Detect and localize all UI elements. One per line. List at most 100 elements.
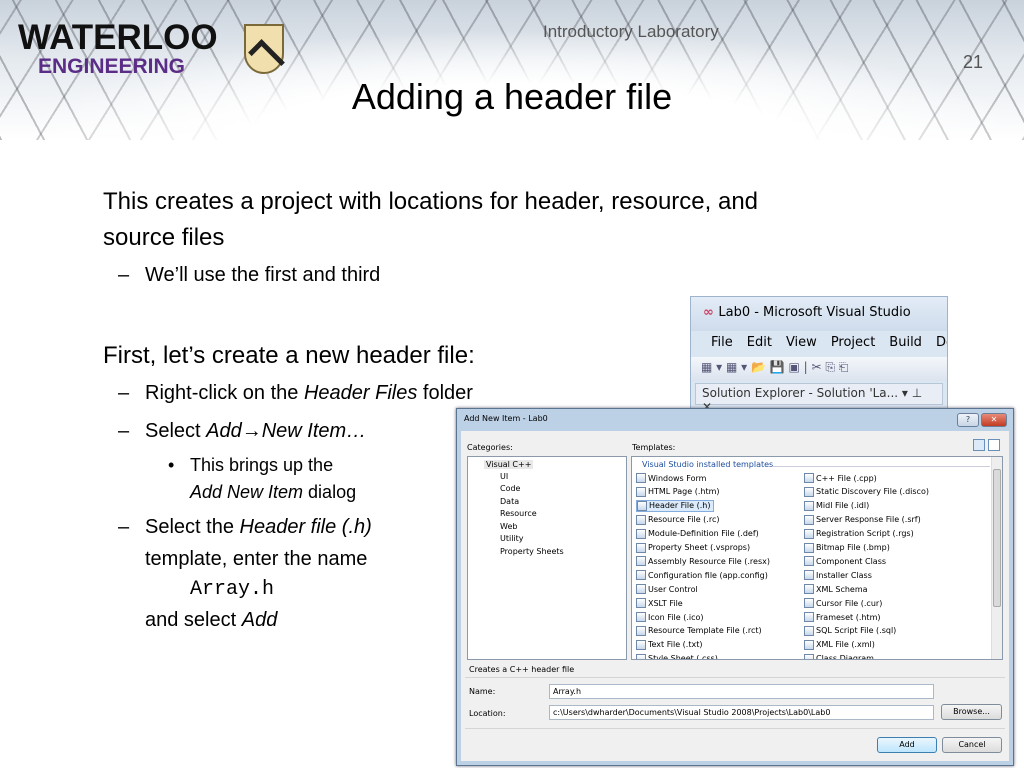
- template-item[interactable]: Configuration file (app.config): [636, 569, 768, 581]
- template-file-icon: [804, 625, 814, 636]
- template-item[interactable]: Windows Form: [636, 472, 706, 484]
- solution-explorer-header[interactable]: Solution Explorer - Solution 'La... ▾ ⊥ …: [695, 383, 943, 409]
- template-label: Property Sheet (.vsprops): [648, 543, 751, 552]
- crest-icon: [244, 24, 284, 74]
- template-item[interactable]: XSLT File: [636, 597, 683, 609]
- text: folder: [417, 382, 473, 404]
- template-file-icon: [804, 473, 814, 483]
- category-item[interactable]: Code: [500, 484, 520, 493]
- template-item[interactable]: User Control: [636, 583, 698, 595]
- close-button[interactable]: ✕: [981, 413, 1007, 427]
- template-item[interactable]: C++ File (.cpp): [804, 472, 877, 484]
- template-label: Text File (.txt): [648, 640, 703, 650]
- menu-project[interactable]: Project: [831, 335, 875, 350]
- template-item[interactable]: Registration Script (.rgs): [804, 528, 914, 540]
- template-file-icon: [804, 653, 814, 659]
- template-file-icon: [804, 570, 814, 581]
- template-label: XSLT File: [648, 598, 683, 608]
- template-file-icon: [636, 570, 646, 581]
- template-item[interactable]: SQL Script File (.sql): [804, 625, 896, 637]
- course-name: Introductory Laboratory: [543, 22, 719, 41]
- category-visual-cpp[interactable]: Visual C++: [484, 460, 534, 469]
- bullet-4-line4: and select Add: [145, 609, 277, 632]
- template-label: Assembly Resource File (.resx): [648, 556, 770, 566]
- group-divider: [772, 466, 990, 467]
- template-file-icon: [636, 612, 646, 622]
- large-icons-view-icon[interactable]: [973, 439, 985, 451]
- template-file-icon: [636, 528, 646, 539]
- templates-scrollbar[interactable]: [991, 457, 1002, 659]
- category-item[interactable]: Web: [500, 522, 517, 531]
- template-file-icon: [636, 542, 646, 553]
- template-label: Module-Definition File (.def): [648, 529, 759, 539]
- menu-debug[interactable]: De: [936, 335, 947, 350]
- category-item[interactable]: Data: [500, 497, 519, 506]
- template-item[interactable]: Frameset (.htm): [804, 611, 880, 623]
- cancel-button[interactable]: Cancel: [942, 737, 1002, 753]
- template-item[interactable]: Server Response File (.srf): [804, 514, 921, 526]
- categories-tree[interactable]: Visual C++ UI Code Data Resource Web Uti…: [467, 456, 627, 660]
- templates-list[interactable]: Visual Studio installed templates Window…: [631, 456, 1003, 660]
- template-item[interactable]: XML Schema: [804, 583, 868, 595]
- text-em: Add New Item: [190, 482, 304, 502]
- divider: [465, 677, 1005, 678]
- help-button[interactable]: ?: [957, 413, 979, 427]
- page-number: 21: [963, 52, 984, 72]
- template-file-icon: [804, 486, 814, 497]
- category-item[interactable]: Property Sheets: [500, 547, 564, 556]
- template-item[interactable]: Installer Class: [804, 569, 872, 581]
- template-item[interactable]: Resource Template File (.rct): [636, 625, 762, 637]
- paragraph-2: First, let’s create a new header file:: [103, 342, 475, 369]
- template-file-icon: [804, 598, 814, 609]
- template-label: Static Discovery File (.disco): [816, 487, 929, 497]
- dash: –: [118, 264, 130, 286]
- category-item[interactable]: Utility: [500, 534, 524, 543]
- template-item[interactable]: Midl File (.idl): [804, 500, 869, 512]
- text: dialog: [303, 482, 357, 502]
- dash: –: [118, 420, 130, 442]
- vs-window: ∞ Lab0 - Microsoft Visual Studio File Edi…: [690, 296, 948, 410]
- template-label: C++ File (.cpp): [816, 473, 877, 483]
- add-button[interactable]: Add: [877, 737, 937, 753]
- menu-build[interactable]: Build: [889, 335, 922, 350]
- template-item[interactable]: Icon File (.ico): [636, 611, 704, 623]
- template-item[interactable]: Text File (.txt): [636, 639, 702, 651]
- text: Select the: [145, 516, 240, 538]
- template-file-icon: [636, 639, 646, 650]
- menu-file[interactable]: File: [711, 335, 733, 350]
- template-label: Installer Class: [816, 570, 872, 580]
- template-item[interactable]: Style Sheet (.css): [636, 653, 718, 659]
- template-item[interactable]: Bitmap File (.bmp): [804, 542, 890, 554]
- template-file-icon: [804, 542, 814, 553]
- template-item[interactable]: XML File (.xml): [804, 639, 875, 651]
- template-item[interactable]: Resource File (.rc): [636, 514, 719, 526]
- template-item[interactable]: Component Class: [804, 555, 886, 567]
- template-item[interactable]: Class Diagram: [804, 653, 874, 659]
- template-item[interactable]: Header File (.h): [636, 499, 715, 512]
- location-input[interactable]: c:\Users\dwharder\Documents\Visual Studi…: [549, 705, 934, 720]
- template-label: XML File (.xml): [816, 640, 875, 650]
- menu-edit[interactable]: Edit: [747, 335, 772, 350]
- logo-waterloo: WATERLOO: [18, 18, 218, 57]
- category-item[interactable]: Resource: [500, 509, 537, 518]
- template-item[interactable]: HTML Page (.htm): [636, 486, 720, 498]
- template-file-icon: [804, 556, 814, 567]
- template-item[interactable]: Module-Definition File (.def): [636, 528, 759, 540]
- template-item[interactable]: Assembly Resource File (.resx): [636, 555, 770, 567]
- add-new-item-dialog: Add New Item - Lab0 ? ✕ Categories: Templ…: [456, 408, 1014, 766]
- menu-view[interactable]: View: [786, 335, 817, 350]
- small-icons-view-icon[interactable]: [988, 439, 1000, 451]
- scrollbar-thumb[interactable]: [993, 469, 1001, 607]
- template-label: Server Response File (.srf): [816, 515, 921, 525]
- template-item[interactable]: Property Sheet (.vsprops): [636, 542, 750, 554]
- vs-menubar: File Edit View Project Build De: [691, 331, 947, 357]
- vs-toolbar[interactable]: ▦ ▾ ▦ ▾ 📂 💾 ▣ | ✂ ⎘ ⎗: [691, 357, 947, 381]
- name-input[interactable]: Array.h: [549, 684, 934, 699]
- category-item[interactable]: UI: [500, 472, 508, 481]
- dot: •: [168, 455, 175, 475]
- browse-button[interactable]: Browse...: [941, 704, 1002, 720]
- template-item[interactable]: Static Discovery File (.disco): [804, 486, 929, 498]
- template-label: Resource Template File (.rct): [648, 626, 762, 636]
- template-label: Cursor File (.cur): [816, 598, 883, 608]
- template-item[interactable]: Cursor File (.cur): [804, 597, 882, 609]
